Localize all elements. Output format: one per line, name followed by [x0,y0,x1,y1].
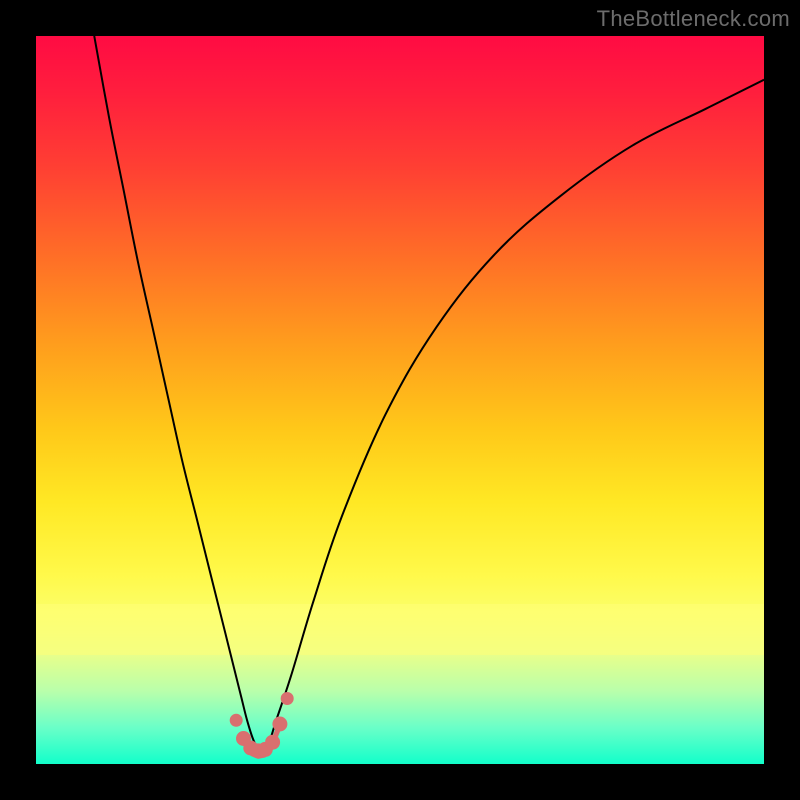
chart-frame: TheBottleneck.com [0,0,800,800]
data-point [272,717,287,732]
watermark-text: TheBottleneck.com [597,6,790,32]
bottleneck-curve [94,36,764,749]
data-points [230,692,294,759]
data-point [265,735,280,750]
plot-area [36,36,764,764]
data-point [281,692,294,705]
data-point [230,714,243,727]
chart-svg [36,36,764,764]
